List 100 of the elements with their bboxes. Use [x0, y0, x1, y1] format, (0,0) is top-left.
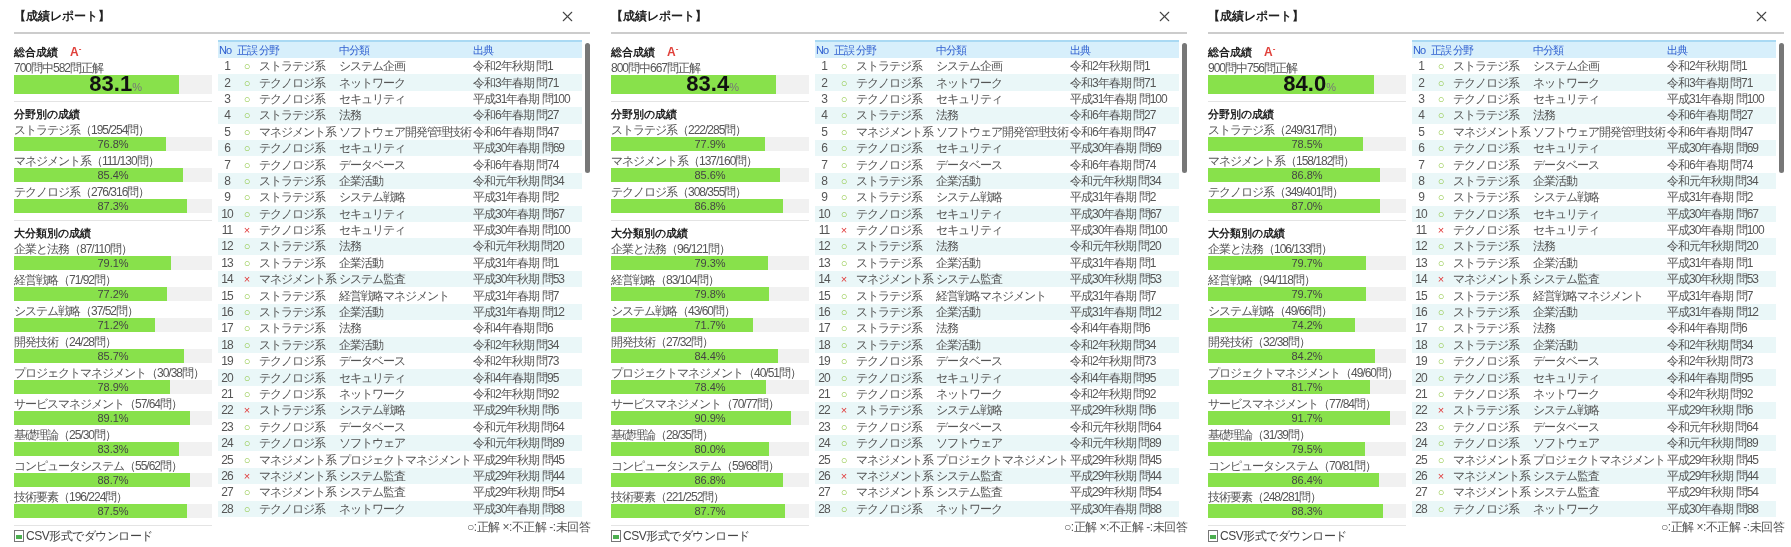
column-header[interactable]: 出典 — [1069, 41, 1179, 58]
table-cell: 令和2年秋期 問73 — [1069, 353, 1179, 370]
result-mark: ○ — [833, 484, 855, 501]
category-label: テクノロジ系（308/355問） — [611, 185, 748, 199]
result-mark: × — [833, 271, 855, 288]
column-header[interactable]: 分野 — [258, 41, 338, 58]
grade: A$^{-}$ — [70, 44, 82, 59]
report-title: 【成績レポート】 — [611, 7, 707, 25]
table-cell: 平成30年春期 問100 — [1069, 221, 1179, 239]
table-cell: ストラテジ系 — [258, 107, 338, 124]
result-mark: ○ — [236, 353, 258, 370]
column-header[interactable]: 分野 — [855, 41, 935, 58]
column-header[interactable]: 正誤 — [833, 41, 855, 58]
result-mark: × — [1430, 467, 1452, 485]
csv-download-link[interactable]: CSV形式でダウンロード — [623, 529, 750, 543]
table-cell: 8 — [815, 172, 833, 190]
table-cell: 令和2年秋期 問1 — [472, 58, 582, 75]
table-cell: 21 — [1412, 385, 1430, 403]
table-cell: 令和4年春期 問6 — [1666, 320, 1776, 337]
table-cell: 平成31年春期 問12 — [1069, 303, 1179, 321]
result-mark: ○ — [236, 369, 258, 386]
table-cell: ネットワーク — [338, 385, 472, 403]
column-header[interactable]: 出典 — [472, 41, 582, 58]
category-label: 企業と法務（106/133問） — [1208, 242, 1334, 256]
table-cell: 令和4年春期 問6 — [1069, 320, 1179, 337]
table-cell: テクノロジ系 — [855, 418, 935, 435]
table-cell: 10 — [815, 205, 833, 222]
column-header[interactable]: 正誤 — [236, 41, 258, 58]
column-header[interactable]: 出典 — [1666, 41, 1776, 58]
table-cell: 10 — [218, 205, 236, 222]
table-cell: 平成29年秋期 問45 — [1069, 451, 1179, 468]
table-cell: プロジェクトマネジメント — [338, 451, 472, 468]
section-heading: 大分類別の成績 — [611, 225, 688, 240]
table-cell: 平成30年秋期 問53 — [472, 271, 582, 288]
table-cell: ストラテジ系 — [1452, 189, 1532, 206]
percentage-label: 85.6% — [694, 168, 726, 182]
csv-download-link[interactable]: CSV形式でダウンロード — [1220, 529, 1347, 543]
table-cell: 令和2年秋期 問1 — [1666, 58, 1776, 75]
table-cell: マネジメント系 — [855, 271, 935, 288]
table-cell: テクノロジ系 — [855, 435, 935, 452]
result-mark: × — [1430, 271, 1452, 288]
table-cell: ストラテジ系 — [258, 287, 338, 304]
column-header[interactable]: 中分類 — [1532, 41, 1666, 58]
result-mark: ○ — [1430, 287, 1452, 304]
scrollbar-thumb[interactable] — [585, 43, 590, 173]
table-cell: テクノロジ系 — [1452, 205, 1532, 222]
table-cell: テクノロジ系 — [1452, 369, 1532, 386]
table-cell: 平成29年秋期 問44 — [1666, 467, 1776, 485]
table-cell: 14 — [1412, 271, 1430, 288]
result-mark: ○ — [833, 238, 855, 255]
column-header[interactable]: No — [815, 41, 833, 58]
table-cell: マネジメント系 — [258, 123, 338, 140]
percentage-label: 87.5% — [97, 504, 129, 518]
table-cell: テクノロジ系 — [258, 90, 338, 108]
category-label: コンピュータシステム（70/81問） — [1208, 459, 1378, 473]
table-cell: 11 — [1412, 221, 1430, 239]
table-cell: システム戦略 — [338, 189, 472, 206]
table-cell: 企業活動 — [935, 254, 1069, 272]
result-mark: ○ — [1430, 435, 1452, 452]
table-cell: ネットワーク — [338, 500, 472, 517]
table-cell: セキュリティ — [338, 90, 472, 108]
table-cell: 企業活動 — [338, 172, 472, 190]
column-header[interactable]: 中分類 — [338, 41, 472, 58]
table-cell: 25 — [218, 451, 236, 468]
table-cell: マネジメント系 — [258, 484, 338, 501]
table-cell: 令和2年秋期 問34 — [1666, 336, 1776, 354]
percentage-label: 79.7% — [1291, 256, 1323, 270]
column-header[interactable]: 正誤 — [1430, 41, 1452, 58]
percentage-label: 86.8% — [694, 473, 726, 487]
result-mark: ○ — [833, 418, 855, 435]
result-mark: ○ — [236, 58, 258, 75]
column-header[interactable]: 分野 — [1452, 41, 1532, 58]
scrollbar-thumb[interactable] — [1779, 43, 1784, 173]
column-header[interactable]: No — [218, 41, 236, 58]
table-cell: 22 — [218, 402, 236, 419]
table-cell: マネジメント系 — [258, 467, 338, 485]
table-cell: セキュリティ — [1532, 369, 1666, 386]
table-cell: データベース — [1532, 156, 1666, 173]
category-label: システム戦略（37/52問） — [14, 304, 140, 318]
table-cell: システム戦略 — [338, 402, 472, 419]
table-cell: 10 — [1412, 205, 1430, 222]
table-cell: データベース — [1532, 418, 1666, 435]
percentage-label: 71.7% — [694, 318, 726, 332]
result-mark: ○ — [236, 418, 258, 435]
table-cell: 7 — [218, 156, 236, 173]
table-cell: セキュリティ — [935, 369, 1069, 386]
column-header[interactable]: 中分類 — [935, 41, 1069, 58]
result-mark: ○ — [833, 90, 855, 108]
category-label: テクノロジ系（276/316問） — [14, 185, 151, 199]
column-header[interactable]: No — [1412, 41, 1430, 58]
table-cell: 平成31年春期 問100 — [1069, 90, 1179, 108]
table-cell: 令和4年春期 問6 — [472, 320, 582, 337]
percentage-label: 91.7% — [1291, 411, 1323, 425]
csv-download-link[interactable]: CSV形式でダウンロード — [26, 529, 153, 543]
scrollbar-thumb[interactable] — [1182, 43, 1187, 173]
table-cell: 企業活動 — [935, 172, 1069, 190]
table-cell: セキュリティ — [1532, 90, 1666, 108]
section-heading: 総合成績 — [611, 44, 655, 59]
table-cell: 法務 — [338, 107, 472, 124]
percentage-label: 71.2% — [97, 318, 129, 332]
